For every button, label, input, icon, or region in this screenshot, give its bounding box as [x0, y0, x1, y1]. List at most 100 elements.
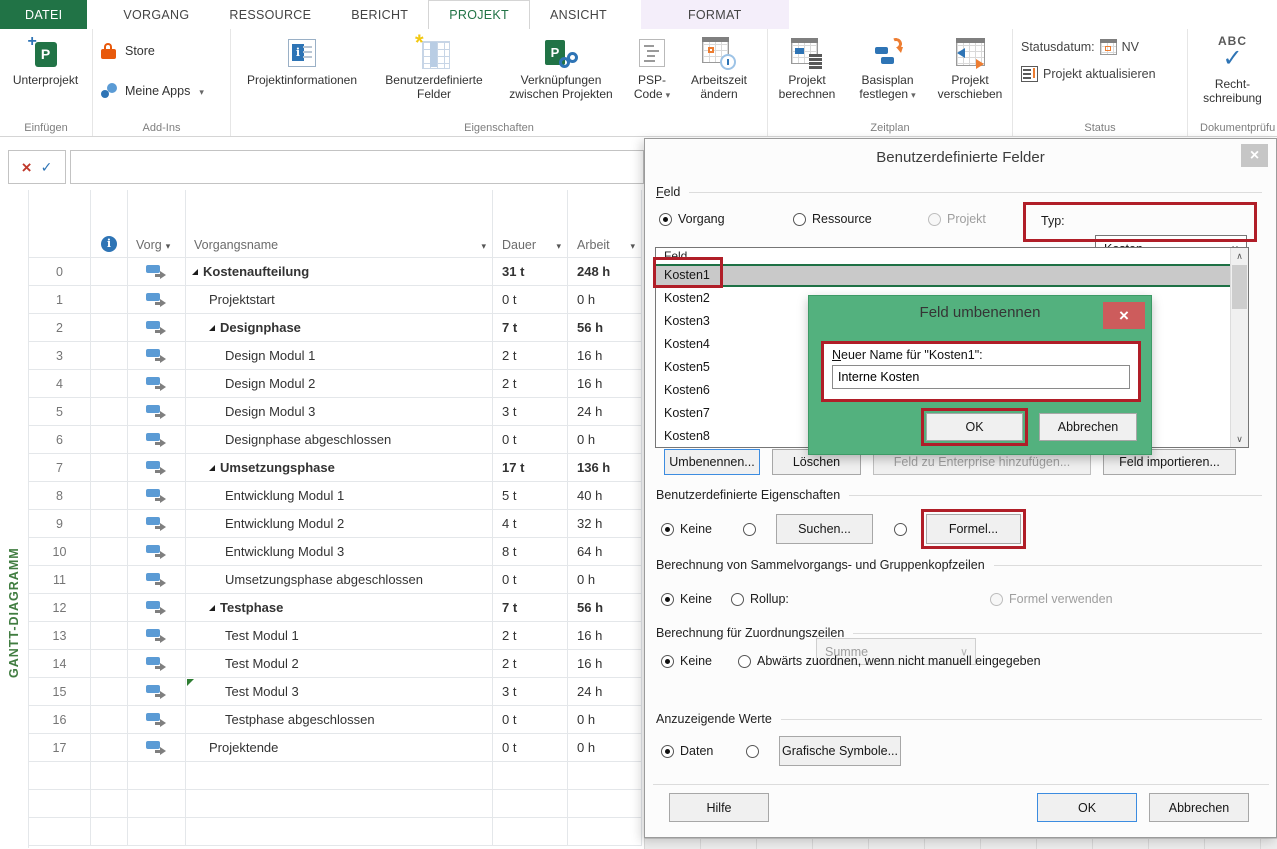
tab-ressource[interactable]: RESSOURCE: [209, 0, 331, 29]
task-work-cell[interactable]: 16 h: [568, 622, 642, 650]
basisplan-festlegen-button[interactable]: Basisplan festlegen: [846, 29, 929, 136]
projektinformationen-button[interactable]: Projektinformationen: [231, 29, 373, 136]
task-info-cell[interactable]: [91, 566, 128, 594]
task-duration-cell[interactable]: 4 t: [493, 510, 568, 538]
cancel-button[interactable]: Abbrechen: [1149, 793, 1249, 822]
task-info-cell[interactable]: [91, 650, 128, 678]
collapse-triangle-icon[interactable]: [209, 465, 215, 471]
radio-rollup-keine[interactable]: Keine: [661, 591, 712, 607]
task-name-cell[interactable]: Test Modul 1: [186, 622, 493, 650]
task-id-cell[interactable]: 10: [29, 538, 91, 566]
task-info-cell[interactable]: [91, 510, 128, 538]
projekt-verschieben-button[interactable]: Projekt verschieben: [929, 29, 1011, 136]
task-id-cell[interactable]: 2: [29, 314, 91, 342]
task-id-cell[interactable]: 15: [29, 678, 91, 706]
radio-attrs-keine[interactable]: Keine: [661, 521, 712, 537]
verknuepfungen-button[interactable]: Verknüpfungen zwischen Projekten: [495, 29, 627, 136]
task-work-cell[interactable]: 0 h: [568, 706, 642, 734]
radio-graphical[interactable]: [746, 743, 759, 759]
task-mode-cell[interactable]: [128, 258, 186, 286]
task-id-cell[interactable]: 4: [29, 370, 91, 398]
entry-bar-input[interactable]: [70, 150, 644, 184]
task-id-cell[interactable]: 9: [29, 510, 91, 538]
task-work-cell[interactable]: 0 h: [568, 286, 642, 314]
radio-rollup[interactable]: Rollup:: [731, 591, 789, 607]
tab-vorgang[interactable]: VORGANG: [103, 0, 209, 29]
task-id-cell[interactable]: 14: [29, 650, 91, 678]
tab-projekt[interactable]: PROJEKT: [428, 0, 530, 29]
radio-daten[interactable]: Daten: [661, 743, 713, 759]
task-work-cell[interactable]: 16 h: [568, 342, 642, 370]
task-id-cell[interactable]: 16: [29, 706, 91, 734]
task-work-cell[interactable]: 0 h: [568, 734, 642, 762]
unterprojekt-button[interactable]: Unterprojekt: [0, 29, 91, 87]
task-id-cell[interactable]: 6: [29, 426, 91, 454]
task-name-cell[interactable]: Entwicklung Modul 1: [186, 482, 493, 510]
task-duration-cell[interactable]: 17 t: [493, 454, 568, 482]
radio-ressource[interactable]: Ressource: [793, 211, 872, 227]
field-list-item[interactable]: Kosten1: [656, 264, 1248, 287]
task-id-cell[interactable]: 13: [29, 622, 91, 650]
projekt-berechnen-button[interactable]: Projekt berechnen: [768, 29, 846, 136]
close-icon[interactable]: [1103, 302, 1145, 329]
radio-attrs-suchen[interactable]: [743, 521, 756, 537]
radio-assignment-rolldown[interactable]: Abwärts zuordnen, wenn nicht manuell ein…: [738, 653, 1041, 669]
task-info-cell[interactable]: [91, 454, 128, 482]
task-duration-cell[interactable]: 0 t: [493, 706, 568, 734]
task-info-cell[interactable]: [91, 286, 128, 314]
task-id-cell[interactable]: 1: [29, 286, 91, 314]
task-name-cell[interactable]: Testphase: [186, 594, 493, 622]
task-duration-cell[interactable]: 0 t: [493, 734, 568, 762]
task-work-cell[interactable]: 32 h: [568, 510, 642, 538]
store-button[interactable]: Store: [93, 39, 230, 63]
task-mode-cell[interactable]: [128, 314, 186, 342]
task-name-cell[interactable]: Test Modul 2: [186, 650, 493, 678]
tab-datei[interactable]: DATEI: [0, 0, 87, 29]
task-info-cell[interactable]: [91, 734, 128, 762]
task-info-cell[interactable]: [91, 342, 128, 370]
task-duration-cell[interactable]: 5 t: [493, 482, 568, 510]
task-name-cell[interactable]: Entwicklung Modul 3: [186, 538, 493, 566]
task-work-cell[interactable]: 24 h: [568, 398, 642, 426]
task-mode-cell[interactable]: [128, 622, 186, 650]
task-duration-cell[interactable]: 31 t: [493, 258, 568, 286]
task-name-cell[interactable]: Kostenaufteilung: [186, 258, 493, 286]
task-info-cell[interactable]: [91, 426, 128, 454]
info-column-header[interactable]: [91, 190, 128, 258]
entry-cancel-icon[interactable]: [22, 159, 32, 176]
task-duration-cell[interactable]: 3 t: [493, 398, 568, 426]
collapse-triangle-icon[interactable]: [209, 605, 215, 611]
task-name-cell[interactable]: Test Modul 3: [186, 678, 493, 706]
task-info-cell[interactable]: [91, 678, 128, 706]
scroll-down-icon[interactable]: [1231, 431, 1248, 447]
dropdown-arrow-icon[interactable]: [556, 241, 561, 252]
task-name-header[interactable]: Vorgangsname: [186, 190, 493, 258]
radio-vorgang[interactable]: Vorgang: [659, 211, 725, 227]
task-name-cell[interactable]: Design Modul 1: [186, 342, 493, 370]
task-duration-cell[interactable]: 7 t: [493, 314, 568, 342]
task-info-cell[interactable]: [91, 594, 128, 622]
task-info-cell[interactable]: [91, 538, 128, 566]
task-info-cell[interactable]: [91, 622, 128, 650]
new-name-input[interactable]: [832, 365, 1130, 389]
task-mode-cell[interactable]: [128, 678, 186, 706]
task-duration-cell[interactable]: 2 t: [493, 370, 568, 398]
task-name-cell[interactable]: Projektstart: [186, 286, 493, 314]
task-mode-cell[interactable]: [128, 398, 186, 426]
task-work-cell[interactable]: 0 h: [568, 426, 642, 454]
task-info-cell[interactable]: [91, 398, 128, 426]
task-work-cell[interactable]: 16 h: [568, 370, 642, 398]
task-mode-cell[interactable]: [128, 706, 186, 734]
arbeitszeit-aendern-button[interactable]: Arbeitszeit ändern: [677, 29, 761, 136]
task-work-cell[interactable]: 56 h: [568, 594, 642, 622]
work-header[interactable]: Arbeit: [568, 190, 642, 258]
statusdatum-control[interactable]: Statusdatum: NV: [1021, 39, 1187, 55]
dropdown-arrow-icon[interactable]: [166, 241, 171, 252]
task-duration-cell[interactable]: 3 t: [493, 678, 568, 706]
task-duration-cell[interactable]: 8 t: [493, 538, 568, 566]
task-name-cell[interactable]: Testphase abgeschlossen: [186, 706, 493, 734]
collapse-triangle-icon[interactable]: [192, 269, 198, 275]
tab-ansicht[interactable]: ANSICHT: [530, 0, 627, 29]
tab-format[interactable]: FORMAT: [641, 0, 789, 29]
task-duration-cell[interactable]: 2 t: [493, 342, 568, 370]
